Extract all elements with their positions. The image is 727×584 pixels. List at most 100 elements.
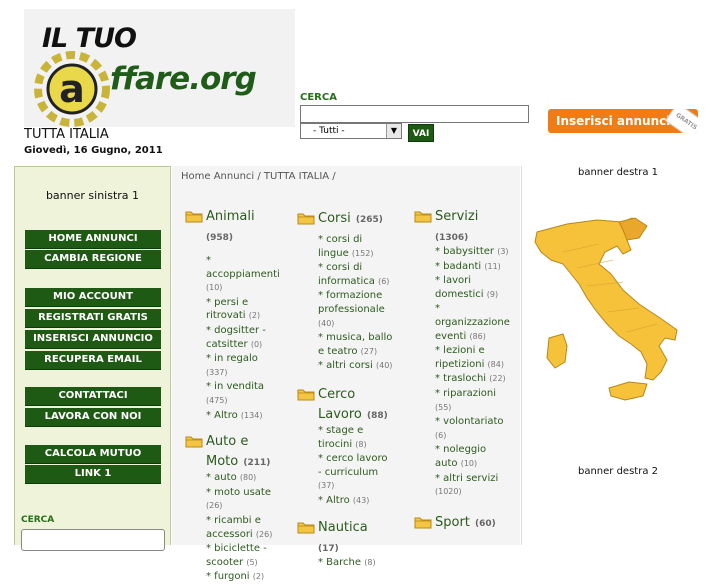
category-count: (60) bbox=[475, 518, 496, 529]
subcategory-count: (6) bbox=[378, 276, 390, 286]
subcategory-link[interactable]: * badanti bbox=[435, 261, 481, 272]
category-heading[interactable]: Animali (958) bbox=[185, 205, 281, 244]
subcategory-link[interactable]: * corsi di informatica bbox=[318, 262, 375, 287]
category-count: (88) bbox=[366, 410, 388, 421]
category-column: Animali (958) * accoppiamenti (10) * persi… bbox=[185, 205, 281, 584]
subcategory-link[interactable]: * in regalo bbox=[206, 353, 258, 364]
site-logo[interactable]: a IL TUO ffare.org bbox=[24, 9, 295, 127]
subcategory-item: * corsi di lingue (152) bbox=[297, 233, 393, 260]
subcategory-link[interactable]: * biciclette - scooter bbox=[206, 543, 267, 568]
nav-recupera-email[interactable]: RECUPERA EMAIL bbox=[25, 351, 161, 370]
breadcrumb-home-link[interactable]: Home Annunci bbox=[181, 171, 254, 182]
subcategory-count: (80) bbox=[239, 473, 257, 483]
current-date: Giovedì, 16 Gugno, 2011 bbox=[24, 145, 163, 156]
category-title[interactable]: Servizi bbox=[435, 209, 478, 224]
subcategory-item: * traslochi (22) bbox=[414, 372, 510, 386]
subcategory-link[interactable]: * riparazioni bbox=[435, 388, 496, 399]
category-title[interactable]: Corsi bbox=[318, 211, 351, 226]
category-heading[interactable]: Sport (60) bbox=[414, 511, 510, 531]
subcategory-link[interactable]: * lavori domestici bbox=[435, 275, 484, 300]
free-tag: GRATIS bbox=[664, 109, 698, 133]
nav-home-annunci[interactable]: HOME ANNUNCI bbox=[25, 230, 161, 249]
subcategory-count: (26) bbox=[206, 501, 223, 511]
subcategory-link[interactable]: * Altro bbox=[206, 410, 238, 421]
category-heading[interactable]: Nautica (17) bbox=[297, 516, 393, 555]
search-label: CERCA bbox=[300, 92, 337, 103]
subcategory-link[interactable]: * in vendita bbox=[206, 381, 264, 392]
folder-icon bbox=[297, 210, 315, 229]
subcategory-item: * biciclette - scooter (5) bbox=[185, 542, 281, 569]
subcategory-link[interactable]: * Altro bbox=[318, 495, 350, 506]
subcategory-item: * altri servizi (1020) bbox=[414, 472, 510, 499]
category-title[interactable]: Cerco Lavoro bbox=[318, 387, 362, 422]
category-heading[interactable]: Corsi (265) bbox=[297, 207, 393, 227]
folder-icon bbox=[297, 386, 315, 405]
search-go-button[interactable]: VAI bbox=[408, 124, 434, 142]
subcategory-item: * accoppiamenti (10) bbox=[185, 254, 281, 295]
category-title[interactable]: Sport bbox=[435, 515, 470, 530]
category-heading[interactable]: Auto e Moto (211) bbox=[185, 430, 281, 470]
subcategory-link[interactable]: * persi e ritrovati bbox=[206, 297, 248, 322]
subcategory-link[interactable]: * babysitter bbox=[435, 246, 494, 257]
subcategory-link[interactable]: * furgoni bbox=[206, 571, 250, 582]
subcategory-count: (40) bbox=[318, 318, 335, 328]
search-input[interactable] bbox=[300, 105, 529, 123]
nav-inserisci-annuncio[interactable]: INSERISCI ANNUNCIO bbox=[25, 330, 161, 349]
insert-ad-button[interactable]: Inserisci annuncio GRATIS bbox=[548, 109, 698, 133]
nav-registrati-gratis[interactable]: REGISTRATI GRATIS bbox=[25, 309, 161, 328]
breadcrumb: Home Annunci / TUTTA ITALIA / bbox=[181, 171, 336, 182]
category-select[interactable]: - Tutti - ▼ bbox=[300, 123, 402, 139]
sidebar-search-input[interactable] bbox=[21, 529, 165, 551]
subcategory-link[interactable]: * auto bbox=[206, 472, 237, 483]
right-banner-2[interactable]: banner destra 2 bbox=[522, 466, 714, 477]
subcategory-count: (11) bbox=[484, 261, 501, 271]
subcategory-item: * noleggio auto (10) bbox=[414, 443, 510, 470]
category-column: Servizi (1306) * babysitter (3) * badanti … bbox=[414, 205, 510, 531]
italy-map[interactable] bbox=[527, 212, 707, 412]
subcategory-count: (0) bbox=[250, 339, 263, 349]
subcategory-link[interactable]: * moto usate bbox=[206, 487, 271, 498]
subcategory-item: * Altro (43) bbox=[297, 494, 393, 508]
subcategory-link[interactable]: * cerco lavoro - curriculum bbox=[318, 453, 387, 478]
nav-lavora-con-noi[interactable]: LAVORA CON NOI bbox=[25, 408, 161, 427]
nav-mio-account[interactable]: MIO ACCOUNT bbox=[25, 288, 161, 307]
category-title[interactable]: Nautica bbox=[318, 520, 368, 535]
subcategory-item: * auto (80) bbox=[185, 471, 281, 485]
subcategory-item: * corsi di informatica (6) bbox=[297, 261, 393, 288]
nav-calcola-mutuo[interactable]: CALCOLA MUTUO bbox=[25, 445, 161, 464]
subcategory-link[interactable]: * musica, ballo e teatro bbox=[318, 332, 392, 357]
subcategory-link[interactable]: * volontariato bbox=[435, 416, 504, 427]
region-title: TUTTA ITALIA bbox=[24, 127, 109, 142]
subcategory-link[interactable]: * altri servizi bbox=[435, 473, 498, 484]
category-title[interactable]: Animali bbox=[206, 209, 255, 224]
subcategory-link[interactable]: * accoppiamenti bbox=[206, 255, 280, 280]
category-block: Animali (958) * accoppiamenti (10) * persi… bbox=[185, 205, 281, 422]
category-heading[interactable]: Servizi (1306) bbox=[414, 205, 510, 244]
logo-text-top: IL TUO bbox=[42, 23, 137, 54]
subcategory-count: (55) bbox=[435, 402, 452, 412]
subcategory-link[interactable]: * ricambi e accessori bbox=[206, 515, 261, 540]
subcategory-link[interactable]: * traslochi bbox=[435, 373, 486, 384]
category-title[interactable]: Auto e Moto bbox=[206, 434, 248, 469]
subcategory-count: (10) bbox=[460, 458, 478, 468]
nav-link-1[interactable]: LINK 1 bbox=[25, 465, 161, 484]
nav-contattaci[interactable]: CONTATTACI bbox=[25, 387, 161, 406]
right-banner-1[interactable]: banner destra 1 bbox=[522, 167, 714, 178]
breadcrumb-current-link[interactable]: TUTTA ITALIA bbox=[264, 171, 329, 182]
folder-icon bbox=[414, 208, 432, 227]
subcategory-item: * musica, ballo e teatro (27) bbox=[297, 331, 393, 358]
subcategory-link[interactable]: * altri corsi bbox=[318, 360, 373, 371]
subcategory-link[interactable]: * Barche bbox=[318, 557, 361, 568]
subcategory-count: (8) bbox=[355, 439, 367, 449]
category-count: (211) bbox=[243, 458, 271, 469]
chevron-down-icon[interactable]: ▼ bbox=[386, 124, 401, 138]
category-heading[interactable]: Cerco Lavoro (88) bbox=[297, 383, 393, 423]
subcategory-link[interactable]: * lezioni e ripetizioni bbox=[435, 345, 485, 370]
left-banner[interactable]: banner sinistra 1 bbox=[15, 189, 170, 202]
subcategory-link[interactable]: * formazione professionale bbox=[318, 290, 385, 315]
logo-gear-icon: a bbox=[34, 51, 110, 127]
subcategory-item: * Altro (134) bbox=[185, 409, 281, 423]
nav-cambia-regione[interactable]: CAMBIA REGIONE bbox=[25, 250, 161, 269]
subcategory-item: * persi e ritrovati (2) bbox=[185, 296, 281, 323]
subcategory-count: (475) bbox=[206, 395, 228, 405]
